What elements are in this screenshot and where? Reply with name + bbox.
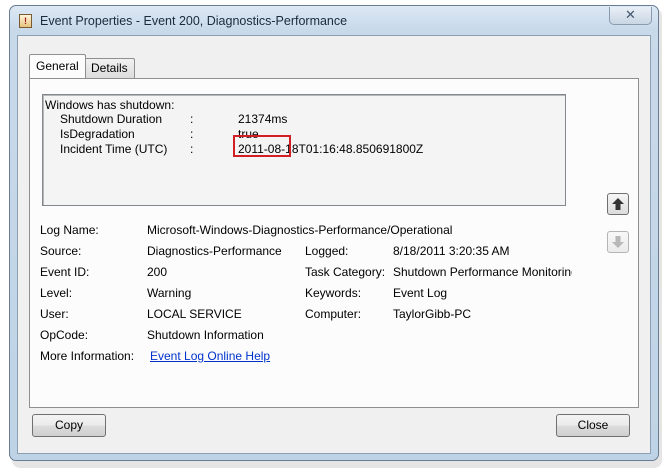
event-viewer-icon: ! (19, 14, 32, 28)
level-label: Level: (40, 286, 73, 300)
tab-details[interactable]: Details (84, 58, 135, 78)
previous-event-button[interactable] (607, 193, 629, 215)
user-value: LOCAL SERVICE (147, 307, 242, 321)
description-separator: : (190, 142, 194, 156)
tab-general[interactable]: General (29, 54, 86, 78)
log-name-value: Microsoft-Windows-Diagnostics-Performanc… (147, 223, 453, 237)
next-event-button[interactable] (607, 231, 629, 253)
event-log-online-help-link[interactable]: Event Log Online Help (150, 349, 270, 363)
level-value: Warning (147, 286, 192, 300)
task-category-label: Task Category: (305, 265, 386, 279)
more-information-label: More Information: (40, 349, 135, 363)
user-label: User: (40, 307, 69, 321)
computer-label: Computer: (305, 307, 362, 321)
computer-value: TaylorGibb-PC (393, 307, 472, 321)
keywords-label: Keywords: (305, 286, 362, 300)
description-label-isdegradation: IsDegradation (60, 127, 135, 141)
description-value-shutdown-duration: 21374ms (238, 112, 288, 126)
event-properties-window: ! Event Properties - Event 200, Diagnost… (9, 5, 659, 461)
title-bar[interactable]: ! Event Properties - Event 200, Diagnost… (10, 6, 658, 34)
event-id-value: 200 (147, 265, 168, 279)
description-label-incident-time: Incident Time (UTC) (60, 142, 168, 156)
log-name-label: Log Name: (40, 223, 99, 237)
keywords-value: Event Log (393, 286, 448, 300)
description-separator: : (190, 127, 194, 141)
opcode-label: OpCode: (40, 328, 89, 342)
dialog-client-area: General Details Windows has shutdown: Sh… (17, 35, 651, 454)
shutdown-duration-highlight-box (233, 135, 291, 157)
copy-button[interactable]: Copy (32, 414, 106, 437)
source-value: Diagnostics-Performance (147, 244, 282, 258)
opcode-value: Shutdown Information (147, 328, 264, 342)
description-label-shutdown-duration: Shutdown Duration (60, 112, 163, 126)
source-label: Source: (40, 244, 82, 258)
close-button[interactable]: Close (556, 414, 630, 437)
logged-value: 8/18/2011 3:20:35 AM (393, 244, 510, 258)
arrow-down-icon (612, 236, 624, 248)
arrow-up-icon (612, 198, 624, 210)
event-id-label: Event ID: (40, 265, 90, 279)
window-title: Event Properties - Event 200, Diagnostic… (40, 14, 348, 28)
window-close-button[interactable]: ✕ (609, 7, 652, 25)
description-heading: Windows has shutdown: (45, 98, 175, 112)
description-separator: : (190, 112, 194, 126)
logged-label: Logged: (305, 244, 349, 258)
task-category-value: Shutdown Performance Monitoring (393, 265, 572, 279)
